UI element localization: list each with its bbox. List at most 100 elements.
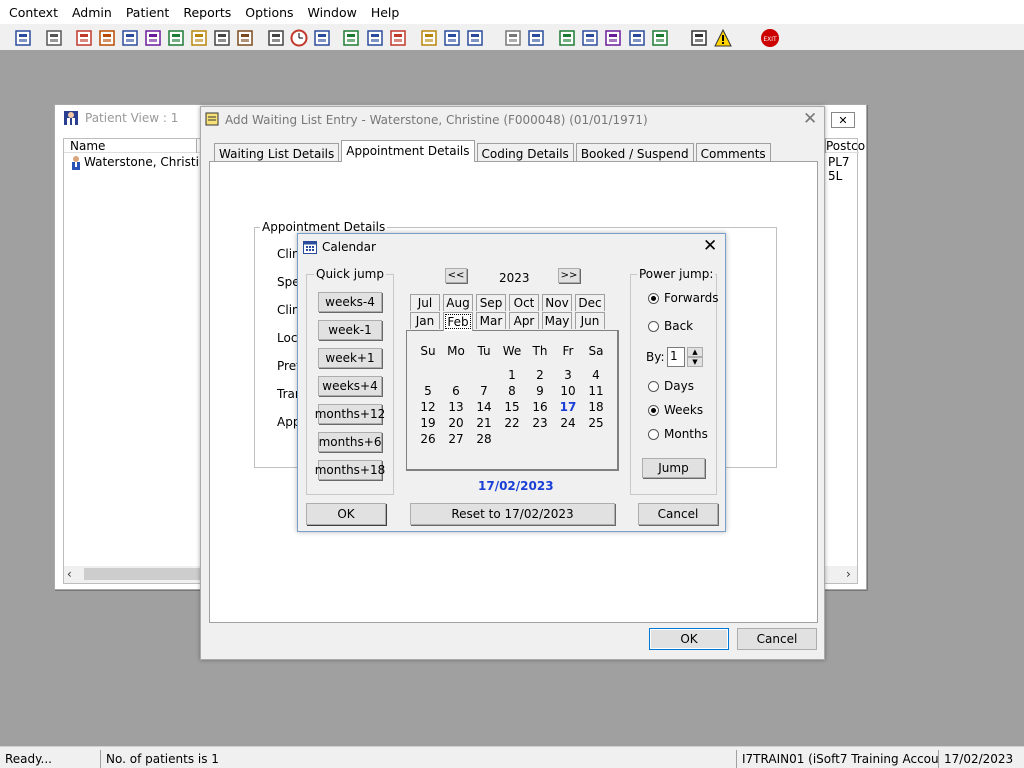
book-icon[interactable] [73,27,95,49]
scroll-left-icon[interactable]: ‹ [67,567,72,581]
schedule-icon[interactable] [364,27,386,49]
forwards-radio[interactable] [648,293,659,304]
reset-date-button[interactable]: Reset to 17/02/2023 [410,503,615,525]
day-cell[interactable]: 15 [498,400,526,414]
month-tab-mar[interactable]: Mar [476,312,506,329]
column-header-name[interactable]: Name [70,139,105,153]
calendar-ok-button[interactable]: OK [306,503,386,525]
vehicle-icon[interactable] [441,27,463,49]
day-cell[interactable]: 6 [442,384,470,398]
day-cell[interactable]: 14 [470,400,498,414]
months-plus-6-button[interactable]: months+6 [318,432,382,452]
day-cell[interactable]: 7 [470,384,498,398]
swap-icon[interactable] [688,27,710,49]
days-label[interactable]: Days [664,379,694,393]
day-cell[interactable]: 16 [526,400,554,414]
menu-admin[interactable]: Admin [68,5,116,20]
cancel-button[interactable]: Cancel [737,628,817,650]
menu-help[interactable]: Help [367,5,404,20]
by-input[interactable]: 1 [667,347,685,367]
scroll-right-icon[interactable]: › [846,567,851,581]
months-label[interactable]: Months [664,427,708,441]
patient-icon[interactable] [12,27,34,49]
day-cell[interactable]: 12 [414,400,442,414]
column-header-postcode[interactable]: Postco [826,139,865,153]
month-tab-jun[interactable]: Jun [575,312,605,329]
check-doc2-icon[interactable] [602,27,624,49]
day-cell[interactable]: 3 [554,368,582,382]
document-search-icon[interactable] [265,27,287,49]
day-cell[interactable]: 13 [442,400,470,414]
menu-reports[interactable]: Reports [179,5,235,20]
month-tab-sep[interactable]: Sep [476,294,506,311]
column-divider[interactable] [196,139,197,153]
notes-icon[interactable] [188,27,210,49]
day-cell[interactable]: 5 [414,384,442,398]
day-cell[interactable]: 23 [526,416,554,430]
jump-button[interactable]: Jump [642,458,705,478]
day-cell[interactable]: 20 [442,416,470,430]
month-tab-oct[interactable]: Oct [509,294,539,311]
next-year-button[interactable]: >> [558,268,580,283]
day-cell[interactable]: 27 [442,432,470,446]
green-doc-icon[interactable] [649,27,671,49]
bed-icon[interactable] [234,27,256,49]
day-cell[interactable]: 9 [526,384,554,398]
months-plus-18-button[interactable]: months+18 [315,460,385,480]
month-tab-feb[interactable]: Feb [443,312,473,331]
months-plus-12-button[interactable]: months+12 [315,404,385,424]
globe-icon[interactable] [556,27,578,49]
day-cell[interactable]: 2 [526,368,554,382]
week-plus-1-button[interactable]: week+1 [318,348,382,368]
day-cell[interactable]: 25 [582,416,610,430]
weeks-minus-4-button[interactable]: weeks-4 [318,292,382,312]
tab-booked-suspend[interactable]: Booked / Suspend [575,143,694,162]
tab-comments[interactable]: Comments [695,143,771,162]
month-tab-apr[interactable]: Apr [509,312,539,329]
day-cell[interactable]: 4 [582,368,610,382]
day-cell[interactable]: 19 [414,416,442,430]
previous-year-button[interactable]: << [445,268,467,283]
day-cell[interactable]: 8 [498,384,526,398]
back-radio[interactable] [648,321,659,332]
arrow-doc-icon[interactable] [626,27,648,49]
tab-coding-details[interactable]: Coding Details [476,143,574,162]
person-icon[interactable] [165,27,187,49]
months-radio[interactable] [648,429,659,440]
check-doc-icon[interactable] [579,27,601,49]
month-tab-nov[interactable]: Nov [542,294,572,311]
month-tab-dec[interactable]: Dec [575,294,605,311]
menu-window[interactable]: Window [304,5,361,20]
bar-chart-icon[interactable] [525,27,547,49]
month-tab-aug[interactable]: Aug [443,294,473,311]
printer-icon[interactable] [43,27,65,49]
team-icon[interactable] [464,27,486,49]
clinic-icon[interactable] [387,27,409,49]
weeks-radio[interactable] [648,405,659,416]
month-tab-may[interactable]: May [542,312,572,329]
warning-icon[interactable] [712,27,734,49]
close-icon[interactable]: ✕ [703,238,717,255]
forwards-label[interactable]: Forwards [664,291,719,305]
day-cell[interactable]: 28 [470,432,498,446]
calendar-cancel-button[interactable]: Cancel [638,503,718,525]
day-cell[interactable]: 21 [470,416,498,430]
day-cell[interactable]: 11 [582,384,610,398]
day-cell[interactable]: 24 [554,416,582,430]
book-edit-icon[interactable] [96,27,118,49]
exit-icon[interactable]: EXIT [759,27,781,49]
menu-context[interactable]: Context [5,5,62,20]
week-minus-1-button[interactable]: week-1 [318,320,382,340]
day-cell[interactable]: 26 [414,432,442,446]
menu-options[interactable]: Options [241,5,297,20]
m-icon[interactable] [142,27,164,49]
day-cell[interactable]: 1 [498,368,526,382]
close-icon[interactable]: ✕ [831,112,855,128]
tab-waiting-list-details[interactable]: Waiting List Details [214,143,340,162]
day-cell[interactable]: 10 [554,384,582,398]
spin-up-icon[interactable]: ▲ [687,347,703,357]
back-label[interactable]: Back [664,319,693,333]
page-icon[interactable] [502,27,524,49]
weeks-label[interactable]: Weeks [664,403,703,417]
days-radio[interactable] [648,381,659,392]
